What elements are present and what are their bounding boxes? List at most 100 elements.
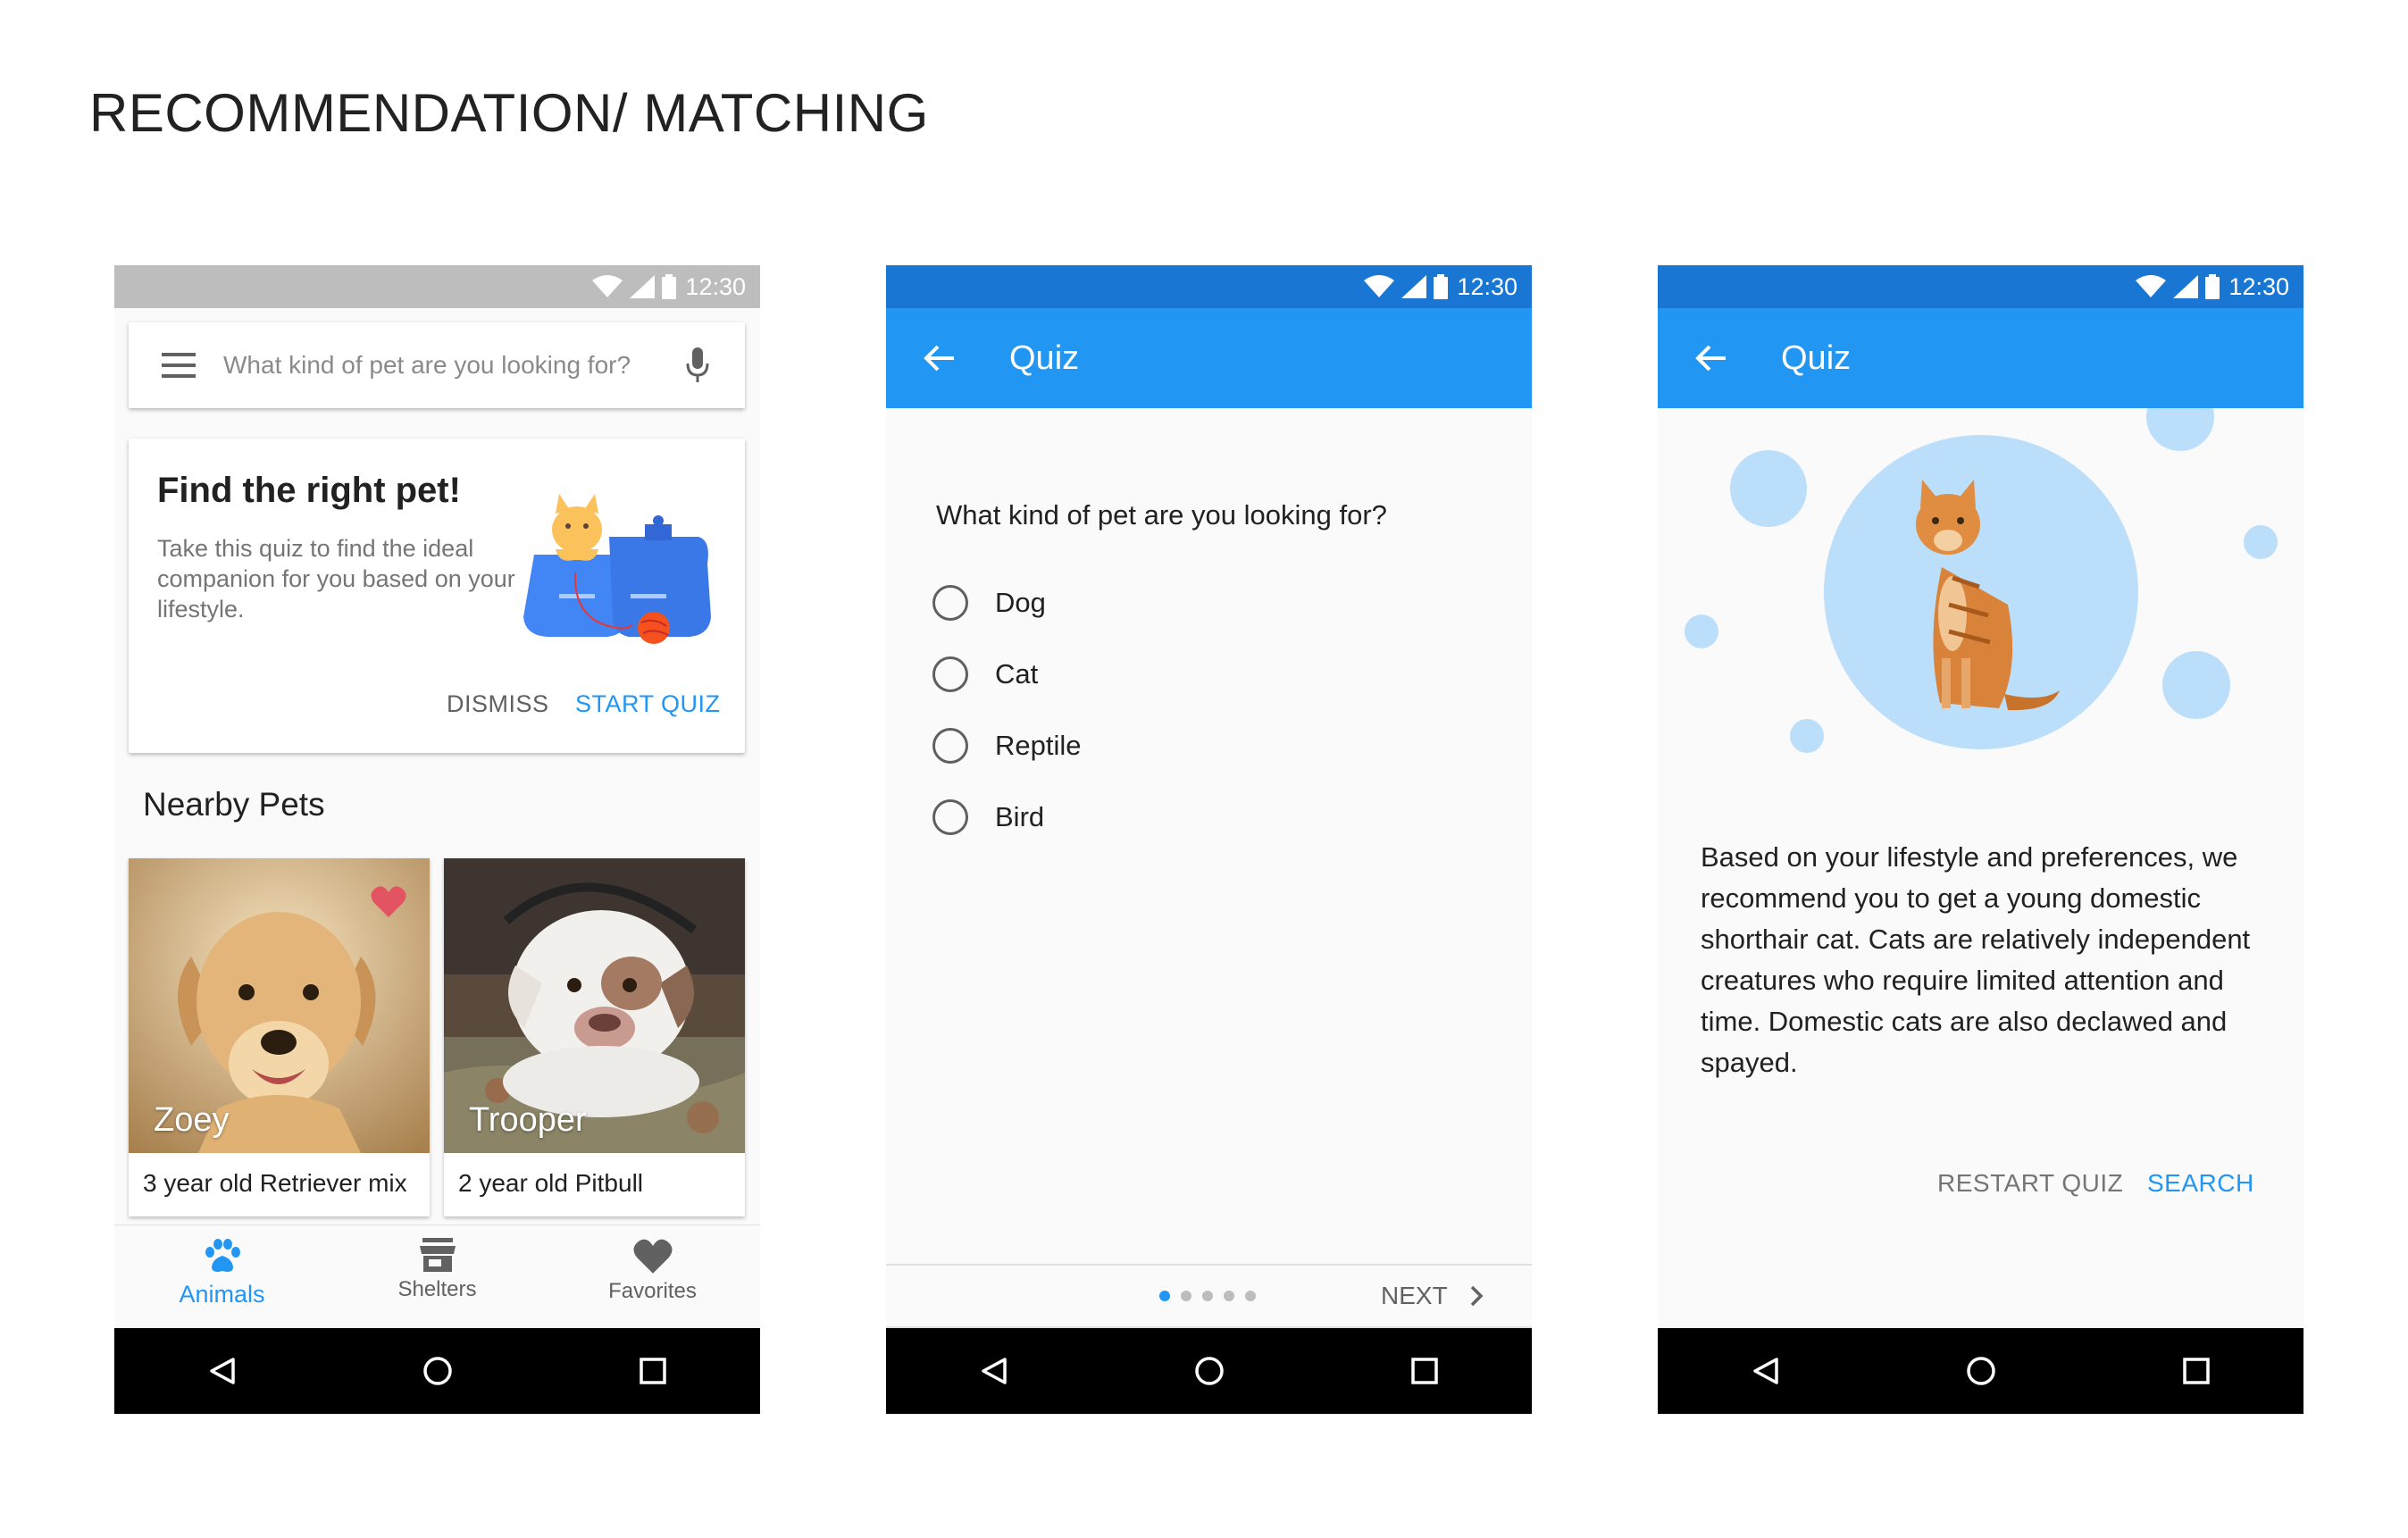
signal-icon: [1401, 275, 1427, 298]
tab-label: Favorites: [608, 1279, 697, 1303]
battery-icon: [2205, 274, 2220, 299]
chevron-right-icon: [1470, 1285, 1484, 1307]
quiz-question: What kind of pet are you looking for?: [936, 499, 1387, 531]
tab-label: Shelters: [397, 1277, 477, 1301]
recommendation-text: Based on your lifestyle and preferences,…: [1701, 841, 2251, 1078]
pet-card-zoey[interactable]: Zoey 3 year old Retriever mix: [129, 858, 430, 1216]
menu-icon[interactable]: [161, 353, 196, 378]
phone-quiz-screen: 12:30 Quiz What kind of pet are you look…: [886, 265, 1532, 1414]
paw-icon: [205, 1239, 240, 1272]
tab-animals[interactable]: Animals: [114, 1225, 330, 1328]
page-dot: [1245, 1291, 1256, 1301]
next-button[interactable]: NEXT: [1381, 1282, 1484, 1310]
status-bar: 12:30: [114, 265, 760, 308]
option-cat[interactable]: Cat: [932, 656, 1038, 692]
signal-icon: [2173, 275, 2199, 298]
storefront-icon: [419, 1238, 456, 1272]
back-nav-button[interactable]: [187, 1344, 258, 1398]
option-label: Cat: [995, 658, 1039, 690]
quiz-promo-card: Find the right pet! Take this quiz to fi…: [129, 439, 745, 753]
page-dot-active: [1159, 1291, 1170, 1301]
status-time: 12:30: [1457, 272, 1518, 300]
back-nav-button[interactable]: [958, 1344, 1030, 1398]
tab-label: Animals: [179, 1281, 265, 1308]
back-triangle-icon: [981, 1358, 1007, 1384]
heart-icon: [632, 1239, 673, 1274]
next-label: NEXT: [1381, 1282, 1448, 1309]
radio-button[interactable]: [932, 799, 968, 835]
option-reptile[interactable]: Reptile: [932, 728, 1082, 764]
favorite-heart-icon[interactable]: [371, 885, 406, 917]
system-nav-bar: [886, 1328, 1532, 1414]
back-triangle-icon: [1752, 1358, 1778, 1384]
quiz-card-description: Take this quiz to find the ideal compani…: [157, 535, 515, 623]
search-button[interactable]: SEARCH: [2147, 1169, 2254, 1198]
phone-home-screen: 12:30 What kind of pet are you looking f…: [114, 265, 760, 1414]
option-label: Bird: [995, 801, 1045, 832]
system-nav-bar: [114, 1328, 760, 1414]
page-title: RECOMMENDATION/ MATCHING: [89, 83, 929, 143]
nearby-pets-heading: Nearby Pets: [143, 786, 325, 823]
status-bar: 12:30: [1658, 265, 2303, 308]
cat-in-bag-illustration: [523, 494, 711, 644]
recents-square-icon: [2182, 1358, 2210, 1384]
option-label: Dog: [995, 587, 1046, 618]
wifi-icon: [2136, 275, 2167, 297]
quiz-footer: NEXT: [886, 1264, 1532, 1328]
status-bar: 12:30: [886, 265, 1532, 308]
home-nav-button[interactable]: [1174, 1344, 1245, 1398]
recents-nav-button[interactable]: [1389, 1344, 1460, 1398]
microphone-icon[interactable]: [686, 347, 709, 383]
bottom-navigation: Animals Shelters Favorites: [114, 1225, 760, 1328]
home-circle-icon: [1966, 1357, 1995, 1385]
recents-nav-button[interactable]: [2161, 1344, 2232, 1398]
home-nav-button[interactable]: [1945, 1344, 2017, 1398]
restart-quiz-button[interactable]: RESTART QUIZ: [1937, 1169, 2123, 1198]
status-time: 12:30: [685, 272, 746, 300]
arrow-back-icon[interactable]: [913, 344, 966, 372]
pet-description: 2 year old Pitbull: [458, 1169, 644, 1197]
page-indicator: [1159, 1291, 1256, 1301]
radio-button[interactable]: [932, 656, 968, 692]
dismiss-button[interactable]: DISMISS: [447, 690, 549, 718]
pet-card-trooper[interactable]: Trooper 2 year old Pitbull: [444, 858, 745, 1216]
phone-result-screen: 12:30 Based on your lifestyle and prefer…: [1658, 265, 2303, 1414]
home-circle-icon: [1194, 1357, 1224, 1385]
system-nav-bar: [1658, 1328, 2303, 1414]
wifi-icon: [592, 275, 623, 297]
option-bird[interactable]: Bird: [932, 799, 1044, 835]
battery-icon: [662, 274, 677, 299]
signal-icon: [630, 275, 656, 298]
radio-button[interactable]: [932, 585, 968, 621]
quiz-card-title: Find the right pet!: [157, 471, 461, 510]
status-time: 12:30: [2228, 272, 2289, 300]
app-bar-title: Quiz: [1781, 339, 1852, 377]
search-input[interactable]: What kind of pet are you looking for?: [223, 351, 686, 380]
page-dot: [1224, 1291, 1234, 1301]
cat-result-illustration: [1685, 408, 2278, 753]
pet-name: Trooper: [469, 1101, 587, 1139]
back-triangle-icon: [209, 1358, 235, 1384]
recents-square-icon: [639, 1358, 666, 1384]
pet-name: Zoey: [154, 1101, 230, 1139]
home-nav-button[interactable]: [402, 1344, 473, 1398]
tab-favorites[interactable]: Favorites: [545, 1225, 760, 1328]
back-nav-button[interactable]: [1730, 1344, 1802, 1398]
page-dot: [1181, 1291, 1191, 1301]
search-bar[interactable]: What kind of pet are you looking for?: [129, 322, 745, 408]
radio-button[interactable]: [932, 728, 968, 764]
option-dog[interactable]: Dog: [932, 585, 1046, 621]
page-dot: [1202, 1291, 1213, 1301]
home-circle-icon: [422, 1357, 452, 1385]
tab-shelters[interactable]: Shelters: [330, 1225, 545, 1328]
option-label: Reptile: [995, 730, 1082, 761]
pet-description: 3 year old Retriever mix: [143, 1169, 407, 1197]
recents-nav-button[interactable]: [617, 1344, 689, 1398]
app-bar: Quiz: [886, 308, 1532, 408]
arrow-back-icon[interactable]: [1685, 344, 1738, 372]
battery-icon: [1434, 274, 1449, 299]
start-quiz-button[interactable]: START QUIZ: [575, 690, 721, 718]
wifi-icon: [1364, 275, 1395, 297]
app-bar: Quiz: [1658, 308, 2303, 408]
app-bar-title: Quiz: [1009, 339, 1080, 377]
